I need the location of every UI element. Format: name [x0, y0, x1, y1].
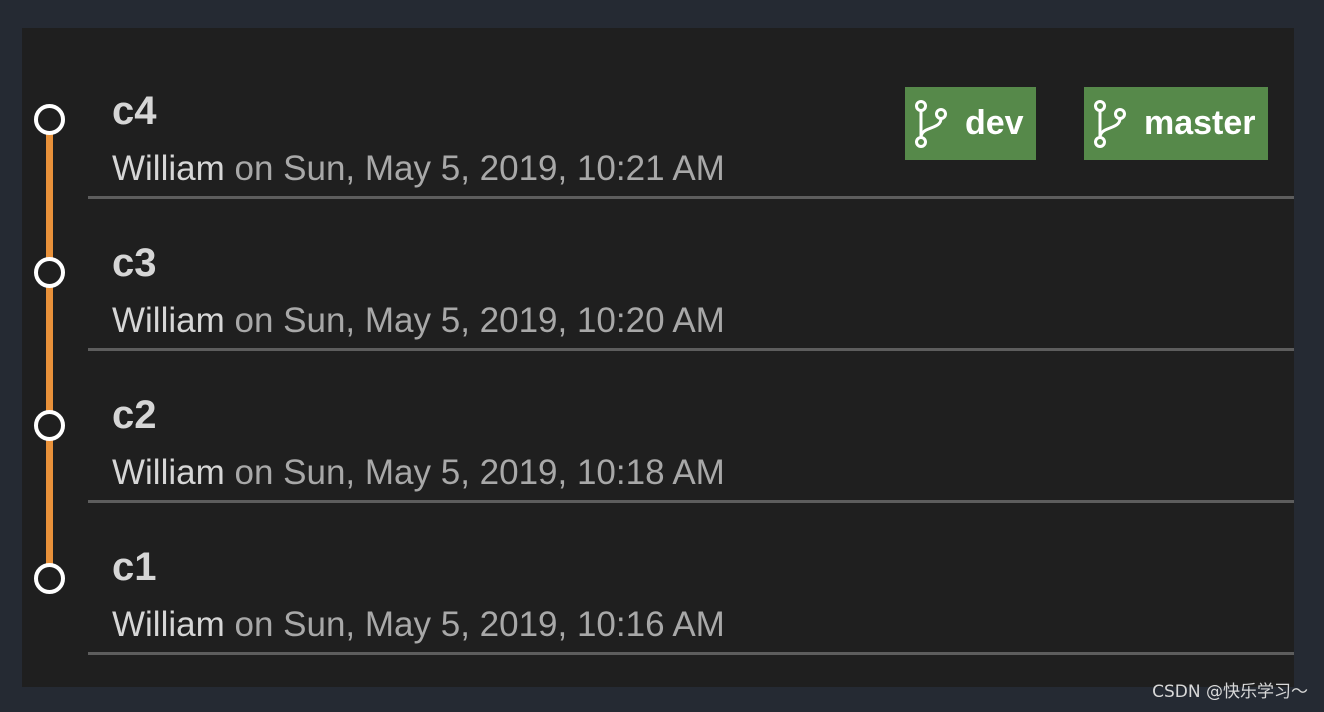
git-branch-icon — [915, 99, 947, 148]
commit-title: c1 — [112, 545, 157, 589]
commit-meta: William on Sun, May 5, 2019, 10:20 AM — [112, 303, 725, 338]
commit-node-c1[interactable] — [34, 563, 65, 594]
commit-date: on Sun, May 5, 2019, 10:16 AM — [234, 605, 725, 644]
commit-node-c2[interactable] — [34, 410, 65, 441]
commit-row-c2[interactable]: c2 William on Sun, May 5, 2019, 10:18 AM — [88, 352, 1294, 503]
branch-tag-master[interactable]: master — [1084, 87, 1268, 160]
commit-title: c3 — [112, 241, 157, 285]
commit-author: William — [112, 149, 225, 188]
commit-graph-line — [46, 120, 53, 580]
commit-title: c4 — [112, 89, 157, 133]
git-branch-icon — [1094, 99, 1126, 148]
watermark-text: CSDN @快乐学习～ — [1152, 682, 1308, 702]
commit-author: William — [112, 453, 225, 492]
commit-author: William — [112, 301, 225, 340]
commit-author: William — [112, 605, 225, 644]
commit-title: c2 — [112, 393, 157, 437]
commit-row-c3[interactable]: c3 William on Sun, May 5, 2019, 10:20 AM — [88, 200, 1294, 351]
branch-tag-label: dev — [965, 104, 1024, 142]
commit-history-panel: c4 William on Sun, May 5, 2019, 10:21 AM… — [22, 28, 1294, 687]
commit-date: on Sun, May 5, 2019, 10:21 AM — [234, 149, 725, 188]
commit-row-c1[interactable]: c1 William on Sun, May 5, 2019, 10:16 AM — [88, 504, 1294, 655]
commit-meta: William on Sun, May 5, 2019, 10:18 AM — [112, 455, 725, 490]
commit-meta: William on Sun, May 5, 2019, 10:16 AM — [112, 607, 725, 642]
branch-tag-label: master — [1144, 104, 1256, 142]
branch-tag-dev[interactable]: dev — [905, 87, 1036, 160]
commit-date: on Sun, May 5, 2019, 10:20 AM — [234, 301, 725, 340]
commit-meta: William on Sun, May 5, 2019, 10:21 AM — [112, 151, 725, 186]
commit-node-c3[interactable] — [34, 257, 65, 288]
commit-node-c4[interactable] — [34, 104, 65, 135]
commit-date: on Sun, May 5, 2019, 10:18 AM — [234, 453, 725, 492]
commit-row-c4[interactable]: c4 William on Sun, May 5, 2019, 10:21 AM… — [88, 48, 1294, 199]
